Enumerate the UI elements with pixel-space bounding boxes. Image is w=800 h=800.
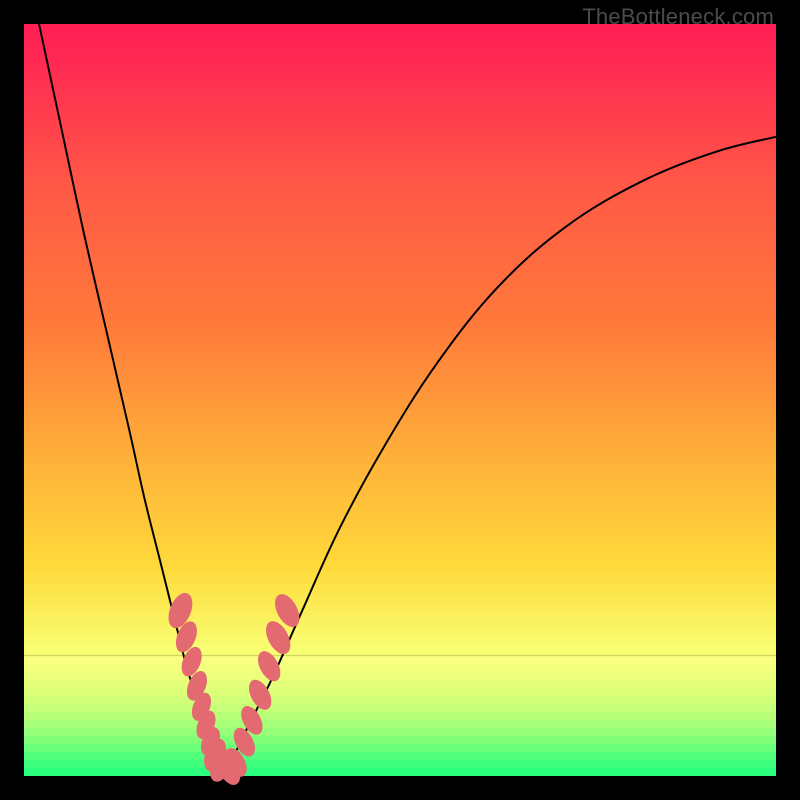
- data-markers: [164, 590, 303, 788]
- watermark-text: TheBottleneck.com: [582, 4, 774, 30]
- data-marker: [254, 648, 284, 684]
- curve-right-branch: [220, 137, 776, 769]
- chart-svg: [24, 24, 776, 776]
